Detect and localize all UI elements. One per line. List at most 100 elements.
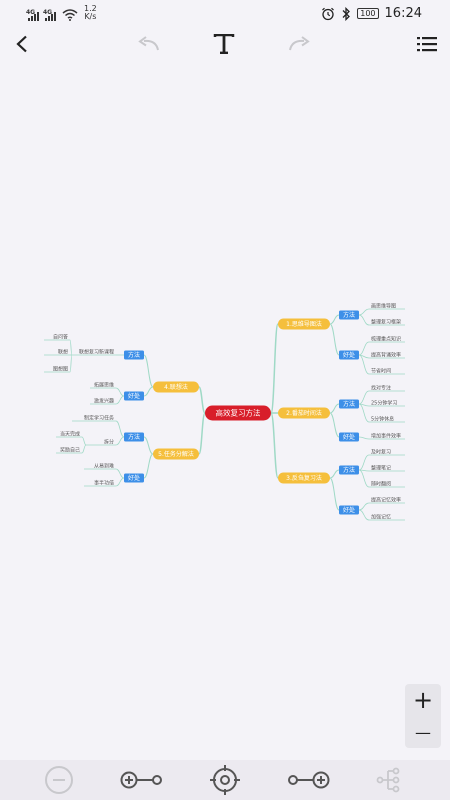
connector-line <box>69 339 73 356</box>
alarm-icon <box>322 7 335 20</box>
zoom-out-button[interactable]: — <box>405 716 441 748</box>
group-node[interactable]: 好处 <box>339 505 359 515</box>
leaf-node[interactable]: 整理笔记 <box>371 465 391 472</box>
list-menu-icon <box>417 37 437 52</box>
connector-line <box>143 436 154 455</box>
connector-line <box>329 469 340 479</box>
leaf-node[interactable]: 节省时间 <box>371 368 391 375</box>
connector-line <box>358 403 370 423</box>
connector-line <box>115 477 125 487</box>
text-style-button[interactable] <box>210 30 238 58</box>
group-node[interactable]: 方法 <box>124 350 144 360</box>
clock: 16:24 <box>384 6 422 21</box>
add-sibling-left-button[interactable] <box>118 764 166 796</box>
net-speed-unit: K/s <box>84 12 97 21</box>
zoom-in-button[interactable]: + <box>405 684 441 716</box>
branch-node-left-label: 4.联想法 <box>164 383 188 391</box>
connector-line <box>115 387 125 397</box>
leaf-node[interactable]: 找对专注 <box>371 385 391 392</box>
net-speed: 1.2 K/s <box>84 5 97 21</box>
signal-sim2-icon: 4G <box>43 9 56 21</box>
leaf-node[interactable]: 加强记忆 <box>371 514 391 521</box>
group-node-label: 方法 <box>343 311 355 319</box>
group-node-label: 方法 <box>128 351 140 359</box>
leaf-node[interactable]: 事半功倍 <box>94 480 114 487</box>
subleaf-node[interactable]: 自问答 <box>53 334 68 341</box>
leaf-node[interactable]: 联想复习新课程 <box>79 349 114 356</box>
subleaf-node[interactable]: 当天完成 <box>60 431 80 438</box>
outline-menu-button[interactable] <box>413 30 441 58</box>
leaf-node[interactable]: 5分钟休息 <box>371 416 394 423</box>
zoom-controls: + — <box>405 684 441 748</box>
branch-node-right[interactable]: 2.番茄时间法 <box>278 407 330 419</box>
group-node-label: 好处 <box>343 506 355 514</box>
connector-line <box>358 436 370 440</box>
group-node[interactable]: 好处 <box>124 473 144 483</box>
group-node[interactable]: 好处 <box>339 432 359 442</box>
group-node[interactable]: 好处 <box>124 391 144 401</box>
leaf-node[interactable]: 制定学习任务 <box>84 415 114 422</box>
back-button[interactable] <box>8 30 36 58</box>
text-format-icon <box>213 34 235 54</box>
leaf-node[interactable]: 随时翻阅 <box>371 481 391 488</box>
leaf-node[interactable]: 提高记忆效率 <box>371 497 401 504</box>
mindmap-canvas[interactable]: 高效复习方法 1.思维导图法 方法 画思维导图 整理复习框架 好处 梳理重点知识 提高背诵效率… <box>0 62 450 760</box>
mindmap-diagram[interactable]: 高效复习方法1.思维导图法方法画思维导图整理复习框架好处梳理重点知识提高背诵效率… <box>0 62 450 760</box>
connector-line <box>143 453 154 479</box>
branch-node-right-label: 1.思维导图法 <box>286 320 322 328</box>
connector-line <box>69 354 73 373</box>
connector-line <box>143 386 154 397</box>
branch-node-left[interactable]: 5.任务分解法 <box>153 448 199 460</box>
connector-line <box>143 354 154 388</box>
subleaf-node[interactable]: 图想图 <box>53 366 68 373</box>
subleaf-node[interactable]: 奖励自己 <box>60 447 80 454</box>
connector-line <box>198 386 206 414</box>
status-bar: 4G 4G 1.2 K/s 100 16:24 <box>0 0 450 26</box>
undo-button[interactable] <box>134 30 162 58</box>
leaf-node[interactable]: 提高背诵效率 <box>371 352 401 359</box>
branch-node-left[interactable]: 4.联想法 <box>153 381 199 393</box>
group-node[interactable]: 方法 <box>339 399 359 409</box>
branch-node-right[interactable]: 1.思维导图法 <box>278 318 330 330</box>
branch-node-right-label: 2.番茄时间法 <box>286 409 322 417</box>
connector-line <box>115 420 125 438</box>
leaf-node[interactable]: 从易到难 <box>94 463 114 470</box>
connector-line <box>81 444 87 454</box>
locate-center-button[interactable] <box>207 764 243 796</box>
connector-line <box>358 454 370 471</box>
leaf-node[interactable]: 及时复习 <box>371 449 391 456</box>
connector-line <box>358 502 370 511</box>
leaf-node[interactable]: 拆分 <box>104 439 114 446</box>
branch-node-right[interactable]: 3.反刍复习法 <box>278 472 330 484</box>
remove-node-button[interactable] <box>42 764 76 796</box>
connector-line <box>115 395 125 405</box>
leaf-node[interactable]: 画思维导图 <box>371 303 396 310</box>
connector-line <box>270 323 279 414</box>
leaf-node[interactable]: 25分钟学习 <box>371 400 397 407</box>
leaf-node[interactable]: 增加事件效率 <box>371 433 401 440</box>
root-node[interactable]: 高效复习方法 <box>205 405 271 421</box>
status-right: 100 16:24 <box>321 6 422 21</box>
battery-indicator: 100 <box>357 8 379 19</box>
zoom-in-label: + <box>412 686 434 714</box>
leaf-node[interactable]: 激发兴趣 <box>94 398 114 405</box>
structure-button[interactable] <box>372 764 406 796</box>
leaf-node[interactable]: 梳理重点知识 <box>371 336 401 343</box>
subleaf-node[interactable]: 联想 <box>58 349 68 356</box>
group-node-label: 好处 <box>128 474 140 482</box>
redo-button[interactable] <box>286 30 314 58</box>
connector-line <box>329 412 340 438</box>
add-child-right-icon <box>288 771 330 789</box>
wifi-icon <box>62 9 78 21</box>
connector-line <box>115 436 125 446</box>
group-node[interactable]: 方法 <box>339 465 359 475</box>
group-node[interactable]: 方法 <box>339 310 359 320</box>
add-sibling-right-button[interactable] <box>284 764 332 796</box>
group-node-label: 方法 <box>128 433 140 441</box>
group-node[interactable]: 方法 <box>124 432 144 442</box>
branch-node-left-label: 5.任务分解法 <box>158 450 194 458</box>
leaf-node[interactable]: 拓展思维 <box>94 382 114 389</box>
leaf-node[interactable]: 整理复习框架 <box>371 319 401 326</box>
group-node[interactable]: 好处 <box>339 350 359 360</box>
add-child-left-icon <box>120 771 162 789</box>
